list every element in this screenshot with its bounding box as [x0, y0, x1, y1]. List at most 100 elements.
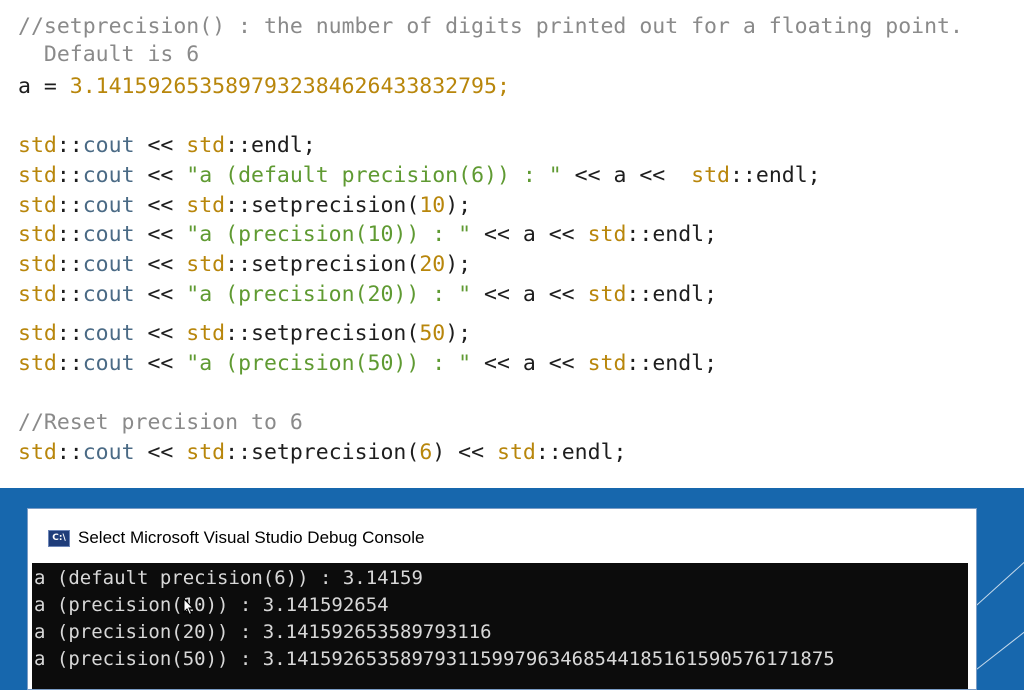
code-token: ::	[56, 133, 83, 158]
code-token: setprecision(	[251, 440, 420, 465]
code-token: ::	[729, 163, 756, 188]
code-comment: Default is 6	[18, 42, 200, 67]
code-string: "a (precision(20)) : "	[186, 282, 472, 307]
code-line: std::cout << "a (precision(20)) : " << a…	[18, 282, 717, 308]
code-token: endl;	[561, 440, 627, 465]
code-token: setprecision(	[251, 252, 420, 277]
code-literal: 10	[419, 193, 446, 218]
code-keyword: cout	[82, 351, 135, 376]
code-string: "a (precision(10)) : "	[186, 222, 472, 247]
code-keyword: cout	[82, 222, 135, 247]
code-token: ::	[626, 222, 653, 247]
code-namespace: std	[18, 282, 57, 307]
code-token: ::	[56, 282, 83, 307]
code-token: <<	[134, 193, 187, 218]
code-keyword: cout	[82, 440, 135, 465]
code-token: ::	[626, 282, 653, 307]
code-token: endl;	[652, 222, 718, 247]
code-literal: 20	[419, 252, 446, 277]
code-token: <<	[134, 222, 187, 247]
code-line: std::cout << std::setprecision(20);	[18, 252, 471, 278]
code-line: std::cout << "a (default precision(6)) :…	[18, 163, 821, 189]
code-token: a =	[18, 74, 70, 99]
console-title: Select Microsoft Visual Studio Debug Con…	[78, 528, 425, 547]
code-namespace: std	[18, 163, 57, 188]
code-namespace: std	[587, 282, 627, 307]
code-token: << a <<	[471, 222, 588, 247]
code-token: endl;	[755, 163, 821, 188]
code-line: std::cout << std::setprecision(10);	[18, 193, 471, 219]
code-token: <<	[134, 163, 187, 188]
code-token: ::	[56, 321, 83, 346]
code-namespace: std	[186, 133, 226, 158]
code-panel: //setprecision() : the number of digits …	[0, 0, 1024, 488]
code-keyword: cout	[82, 321, 135, 346]
console-output-line: a (precision(20)) : 3.141592653589793116	[34, 621, 492, 643]
code-token: ::	[56, 163, 83, 188]
code-namespace: std	[497, 440, 536, 465]
console-output-line: a (precision(10)) : 3.141592654	[34, 594, 389, 616]
background-decoration-line	[975, 626, 1024, 671]
code-line-assign: a = 3.1415926535897932384626433832795;	[18, 74, 510, 100]
code-token: setprecision(	[251, 193, 420, 218]
code-keyword: cout	[82, 163, 135, 188]
code-token: );	[445, 193, 472, 218]
code-namespace: std	[18, 351, 57, 376]
code-line-reset: std::cout << std::setprecision(6) << std…	[18, 440, 626, 466]
code-token: << a <<	[471, 282, 588, 307]
code-keyword: cout	[82, 193, 135, 218]
code-namespace: std	[18, 222, 57, 247]
code-literal: 50	[419, 321, 446, 346]
code-token: )	[432, 440, 446, 465]
code-namespace: std	[587, 351, 627, 376]
code-token: <<	[134, 321, 187, 346]
code-token: ::	[225, 193, 252, 218]
code-token: );	[445, 252, 472, 277]
code-namespace: std	[587, 222, 627, 247]
debug-console-window[interactable]: C:\ Select Microsoft Visual Studio Debug…	[27, 508, 977, 690]
code-token: <<	[445, 440, 497, 465]
code-token: ::	[225, 440, 252, 465]
code-token: endl;	[251, 133, 316, 158]
code-token: ::	[56, 252, 83, 277]
code-token: endl;	[652, 351, 718, 376]
code-token: <<	[134, 133, 187, 158]
code-namespace: std	[18, 133, 57, 158]
code-token: << a <<	[561, 163, 692, 188]
code-token: ::	[535, 440, 562, 465]
code-namespace: std	[18, 321, 57, 346]
console-titlebar[interactable]: C:\ Select Microsoft Visual Studio Debug…	[28, 509, 976, 561]
code-keyword: cout	[82, 133, 135, 158]
code-namespace: std	[186, 321, 226, 346]
code-token: << a <<	[471, 351, 588, 376]
code-namespace: std	[186, 193, 226, 218]
code-namespace: std	[186, 252, 226, 277]
code-comment: //setprecision() : the number of digits …	[18, 14, 963, 39]
code-keyword: cout	[82, 282, 135, 307]
code-namespace: std	[186, 440, 226, 465]
code-namespace: std	[18, 252, 57, 277]
code-keyword: cout	[82, 252, 135, 277]
console-output-line: a (precision(50)) : 3.141592653589793115…	[34, 648, 835, 670]
mouse-pointer-icon	[183, 598, 195, 616]
code-token: ::	[56, 440, 83, 465]
code-token: 5;	[484, 74, 510, 99]
code-token: ::	[56, 351, 83, 376]
console-output-line: a (default precision(6)) : 3.14159	[34, 567, 423, 589]
background-decoration-line	[975, 559, 1024, 607]
code-comment: //Reset precision to 6	[18, 410, 303, 435]
code-line: std::cout << "a (precision(50)) : " << a…	[18, 351, 717, 377]
code-token: ::	[626, 351, 653, 376]
code-token: endl;	[652, 282, 718, 307]
console-output[interactable]: a (default precision(6)) : 3.14159 a (pr…	[32, 563, 968, 689]
code-token: setprecision(	[251, 321, 420, 346]
code-line: std::cout << "a (precision(10)) : " << a…	[18, 222, 717, 248]
code-token: ::	[56, 193, 83, 218]
code-token: <<	[134, 252, 187, 277]
code-token: ::	[56, 222, 83, 247]
code-literal: 3.141592653589793238462643383279	[69, 74, 484, 99]
code-literal: 6	[419, 440, 433, 465]
console-app-icon[interactable]: C:\	[48, 530, 70, 547]
code-namespace: std	[691, 163, 730, 188]
code-string: "a (default precision(6)) : "	[186, 163, 562, 188]
